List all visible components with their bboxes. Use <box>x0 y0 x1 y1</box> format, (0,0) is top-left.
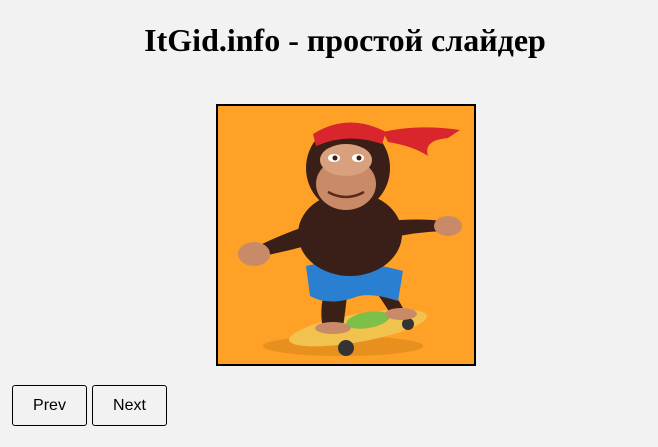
slide-image <box>218 106 474 364</box>
slider-frame <box>216 104 476 366</box>
prev-button[interactable]: Prev <box>12 385 87 426</box>
next-button[interactable]: Next <box>92 385 167 426</box>
page-title: ItGid.info - простой слайдер <box>144 22 546 58</box>
